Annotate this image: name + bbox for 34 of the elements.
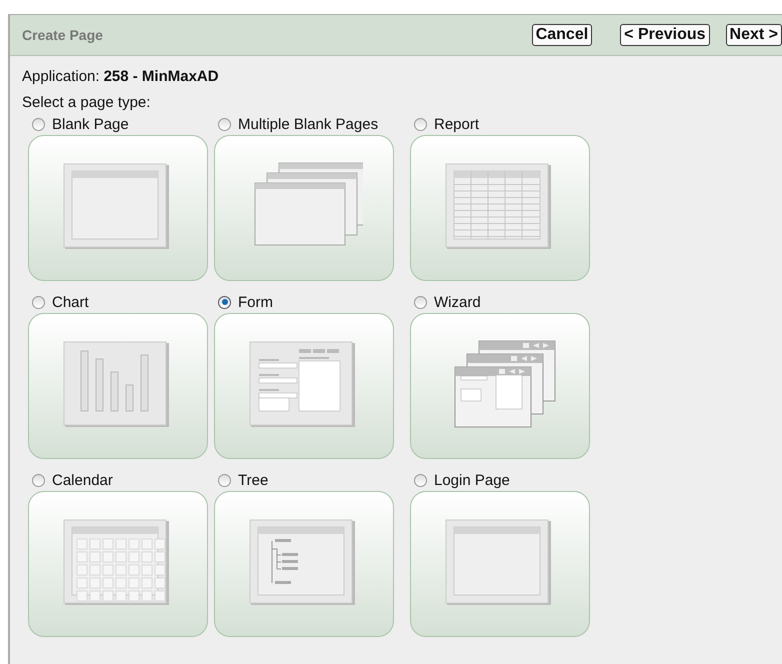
- page-type-option[interactable]: Multiple Blank Pages: [214, 113, 410, 135]
- page-type-card[interactable]: [214, 313, 394, 459]
- radio-button[interactable]: [218, 296, 231, 308]
- application-name: 258 - MinMaxAD: [104, 68, 219, 84]
- radio-button[interactable]: [414, 118, 427, 130]
- page-type-option[interactable]: Blank Page: [28, 113, 214, 135]
- page-type-option[interactable]: Chart: [28, 291, 214, 313]
- page-type-card[interactable]: [410, 313, 590, 459]
- page-type-option[interactable]: Report: [410, 113, 596, 135]
- page-type-card[interactable]: [410, 491, 590, 637]
- page-type-card[interactable]: [410, 135, 590, 281]
- radio-button[interactable]: [414, 474, 427, 486]
- application-label: Application:: [22, 68, 100, 84]
- page-type-card[interactable]: [28, 135, 208, 281]
- radio-button[interactable]: [218, 474, 231, 486]
- page-type-card[interactable]: [28, 313, 208, 459]
- radio-button[interactable]: [32, 474, 45, 486]
- radio-button[interactable]: [32, 296, 45, 308]
- page-type-card[interactable]: [214, 491, 394, 637]
- radio-button[interactable]: [218, 118, 231, 130]
- page-type-option[interactable]: Calendar: [28, 469, 214, 491]
- page-type-option[interactable]: Wizard: [410, 291, 596, 313]
- page-type-card[interactable]: [214, 135, 394, 281]
- page-type-option[interactable]: Tree: [214, 469, 410, 491]
- page-type-option[interactable]: Form: [214, 291, 410, 313]
- radio-button[interactable]: [32, 118, 45, 130]
- nav-button[interactable]: Cancel: [532, 24, 592, 46]
- nav-button[interactable]: < Previous: [620, 24, 710, 46]
- prompt-text: Select a page type:: [22, 94, 152, 111]
- page-type-card[interactable]: [28, 491, 208, 637]
- page-type-option[interactable]: Login Page: [410, 469, 596, 491]
- page-title: Create Page: [22, 27, 103, 43]
- radio-button[interactable]: [414, 296, 427, 308]
- nav-button[interactable]: Next >: [726, 24, 782, 46]
